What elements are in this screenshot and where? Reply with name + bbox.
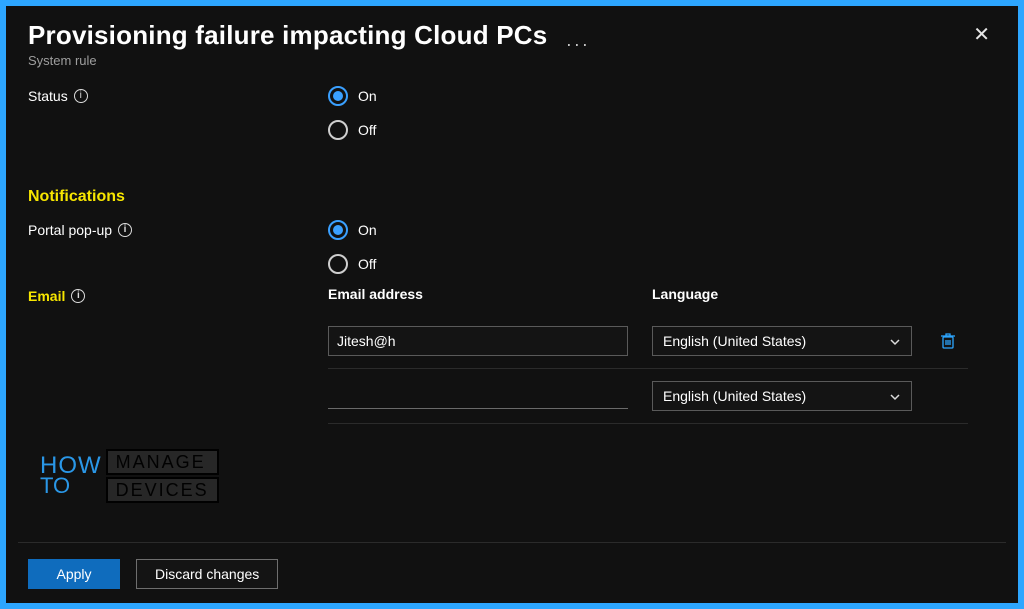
info-icon[interactable]: i: [71, 289, 85, 303]
status-label: Status i: [28, 86, 328, 104]
portal-radio-on[interactable]: On: [328, 220, 996, 240]
info-icon[interactable]: i: [118, 223, 132, 237]
email-row: English (United States): [328, 316, 996, 366]
portal-radio-off[interactable]: Off: [328, 254, 996, 274]
notifications-heading: Notifications: [28, 188, 996, 206]
apply-button[interactable]: Apply: [28, 559, 120, 589]
email-input[interactable]: [328, 383, 628, 409]
status-radio-group: On Off: [328, 86, 996, 140]
email-address-header: Email address: [328, 286, 628, 302]
email-language-header: Language: [652, 286, 922, 302]
language-select[interactable]: English (United States): [652, 381, 912, 411]
more-menu[interactable]: ···: [566, 34, 590, 54]
status-radio-off[interactable]: Off: [328, 120, 996, 140]
email-label: Email i: [28, 286, 328, 304]
language-select[interactable]: English (United States): [652, 326, 912, 356]
row-divider: [328, 368, 968, 369]
status-radio-on[interactable]: On: [328, 86, 996, 106]
chevron-down-icon: [889, 390, 901, 402]
chevron-down-icon: [889, 335, 901, 347]
portal-radio-group: On Off: [328, 220, 996, 274]
portal-popup-label: Portal pop-up i: [28, 220, 328, 238]
footer-divider: [18, 542, 1006, 543]
page-subtitle: System rule: [28, 53, 996, 68]
row-divider: [328, 423, 968, 424]
email-row: English (United States): [328, 371, 996, 421]
page-title: Provisioning failure impacting Cloud PCs: [28, 20, 547, 50]
discard-button[interactable]: Discard changes: [136, 559, 278, 589]
info-icon[interactable]: i: [74, 89, 88, 103]
watermark-logo: HOW TO MANAGE DEVICES: [40, 449, 219, 503]
close-icon[interactable]: ✕: [967, 20, 996, 49]
delete-row-button[interactable]: [936, 329, 960, 353]
email-input[interactable]: [328, 326, 628, 356]
